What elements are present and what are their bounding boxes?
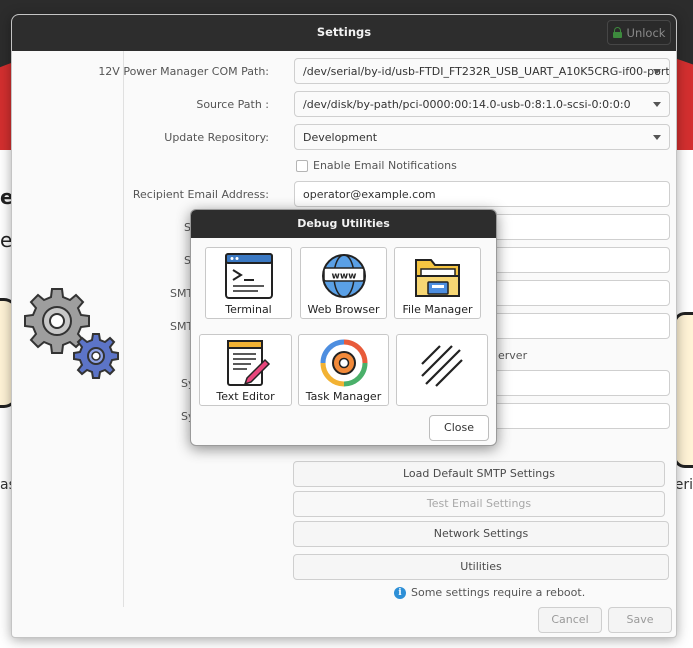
info-icon: i [394, 586, 406, 599]
smtp-auth-option-label: erver [498, 349, 528, 362]
text-editor-icon [226, 340, 270, 386]
settings-gears-icon [24, 288, 119, 379]
dialog-title: Debug Utilities [191, 210, 496, 238]
placeholder-hatch-icon [421, 345, 463, 387]
web-browser-icon: www [321, 254, 366, 298]
save-button[interactable]: Save [608, 607, 672, 633]
placeholder-tile[interactable] [396, 334, 488, 406]
text-editor-label: Text Editor [216, 390, 275, 403]
update-repository-select[interactable]: Development [294, 124, 670, 150]
file-manager-label: File Manager [402, 303, 473, 316]
cancel-button[interactable]: Cancel [538, 607, 602, 633]
load-default-smtp-button[interactable]: Load Default SMTP Settings [293, 461, 665, 487]
update-repository-label: Update Repository: [164, 131, 269, 144]
com-path-label: 12V Power Manager COM Path: [98, 65, 269, 78]
file-manager-tile[interactable]: File Manager [394, 247, 481, 319]
close-button[interactable]: Close [429, 415, 489, 441]
network-settings-button[interactable]: Network Settings [293, 521, 669, 547]
web-browser-label: Web Browser [307, 303, 380, 316]
email-notifications-row[interactable]: Enable Email Notifications [296, 159, 457, 172]
reboot-notice-text: Some settings require a reboot. [411, 586, 586, 599]
terminal-icon [224, 253, 273, 299]
web-browser-tile[interactable]: www Web Browser [300, 247, 387, 319]
com-path-select[interactable]: /dev/serial/by-id/usb-FTDI_FT232R_USB_UA… [294, 58, 670, 84]
recipient-email-input[interactable]: operator@example.com [294, 181, 670, 207]
text-editor-tile[interactable]: Text Editor [199, 334, 292, 406]
svg-text:www: www [331, 272, 356, 282]
email-notifications-checkbox[interactable] [296, 159, 308, 172]
window-title: Settings [316, 25, 372, 39]
task-manager-label: Task Manager [305, 390, 382, 403]
unlock-label: Unlock [626, 25, 666, 40]
utilities-button[interactable]: Utilities [293, 554, 669, 580]
task-manager-icon [320, 339, 367, 387]
terminal-tile[interactable]: Terminal [205, 247, 292, 319]
recipient-email-label: Recipient Email Address: [132, 188, 269, 201]
debug-utilities-dialog: Debug Utilities Terminal www Web Browser [190, 209, 497, 446]
source-path-label: Source Path : [196, 98, 269, 111]
lock-icon [612, 27, 622, 38]
test-email-button[interactable]: Test Email Settings [293, 491, 665, 517]
window-titlebar: Settings Unlock [12, 15, 676, 51]
folder-icon [414, 259, 460, 297]
source-path-select[interactable]: /dev/disk/by-path/pci-0000:00:14.0-usb-0… [294, 91, 670, 117]
background-right-text: eri [674, 477, 693, 493]
terminal-label: Terminal [225, 303, 272, 316]
task-manager-tile[interactable]: Task Manager [298, 334, 389, 406]
email-notifications-label: Enable Email Notifications [313, 159, 457, 172]
unlock-button[interactable]: Unlock [607, 20, 671, 45]
sidebar-divider [123, 51, 124, 607]
reboot-notice: i Some settings require a reboot. [394, 586, 585, 599]
